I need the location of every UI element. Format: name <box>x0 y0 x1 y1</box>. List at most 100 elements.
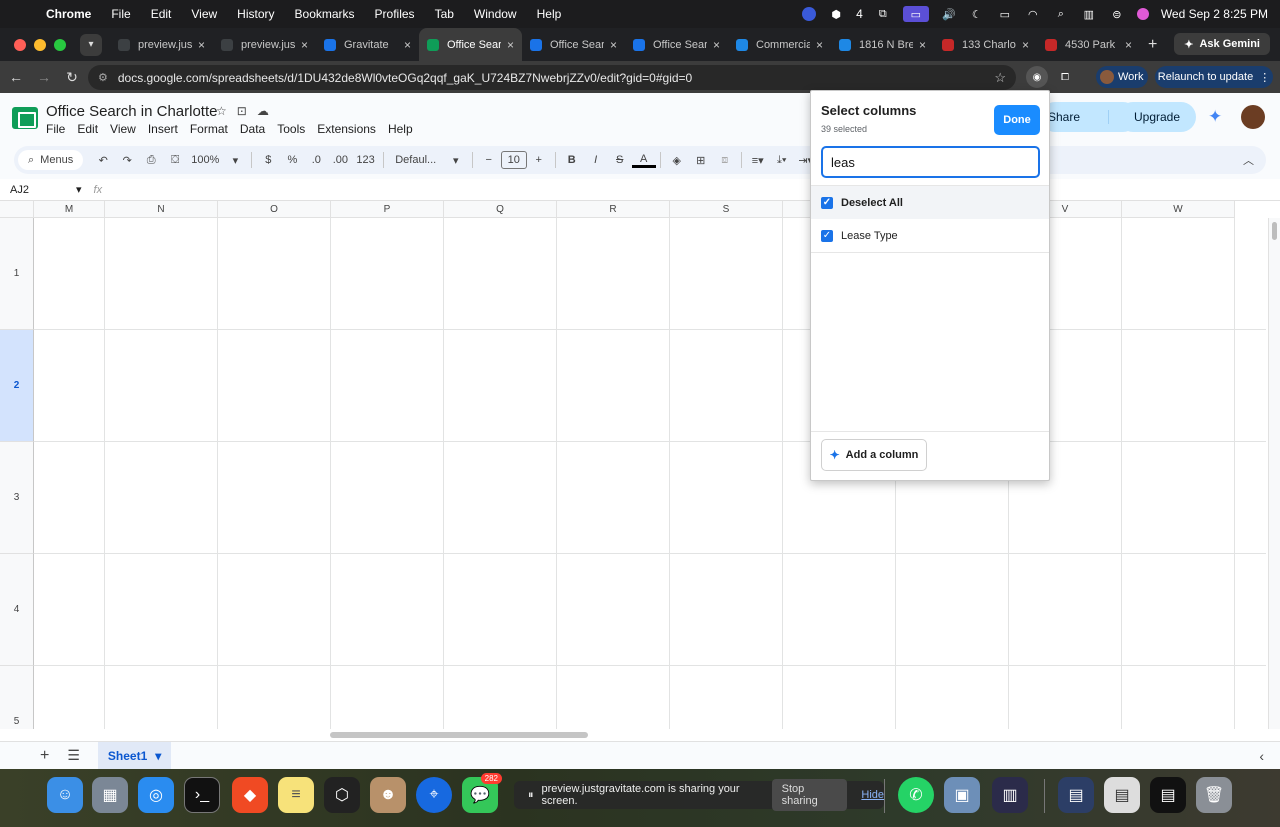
all-sheets-icon[interactable]: ☰ <box>67 747 80 764</box>
undo-icon[interactable]: ↶ <box>91 154 115 167</box>
menubar-bookmarks[interactable]: Bookmarks <box>295 7 355 21</box>
ask-gemini-button[interactable]: ✦ Ask Gemini <box>1174 33 1270 55</box>
font-size-input[interactable]: 10 <box>500 151 527 169</box>
name-box-dropdown-icon[interactable]: ▾ <box>76 183 82 196</box>
recent-window-1-icon[interactable]: ▤ <box>1058 777 1094 813</box>
search-icon[interactable]: ⌕ <box>1053 8 1069 20</box>
address-bar[interactable]: ⚙ docs.google.com/spreadsheets/d/1DU432d… <box>88 65 1016 90</box>
zoom-dropdown-icon[interactable]: ▾ <box>223 154 247 167</box>
notes-icon[interactable]: ≡ <box>278 777 314 813</box>
currency-format-button[interactable]: $ <box>256 154 280 166</box>
relaunch-to-update-button[interactable]: Relaunch to update ⋮ <box>1155 66 1273 88</box>
percent-format-button[interactable]: % <box>280 154 304 166</box>
screen-share-icon[interactable]: ⧉ <box>875 8 891 20</box>
sheets-menu-view[interactable]: View <box>110 122 136 136</box>
name-box[interactable]: AJ2 <box>0 184 76 196</box>
menubar-datetime[interactable]: Wed Sep 2 8:25 PM <box>1161 7 1268 21</box>
column-search-input[interactable] <box>821 146 1040 178</box>
sheets-menu-data[interactable]: Data <box>240 122 265 136</box>
browser-tab[interactable]: preview.just × <box>110 28 213 61</box>
collapse-toolbar-icon[interactable]: ︿ <box>1243 152 1254 168</box>
notification-icon[interactable]: ⬢ <box>828 8 844 21</box>
sheets-logo-icon[interactable] <box>12 107 38 129</box>
status-icon-1[interactable] <box>802 7 817 21</box>
browser-tab[interactable]: preview.just × <box>213 28 316 61</box>
corner-header[interactable] <box>0 201 34 218</box>
close-tab-icon[interactable]: × <box>198 38 205 52</box>
column-header-p[interactable]: P <box>331 201 444 218</box>
close-window-button[interactable] <box>14 38 26 51</box>
increase-decimal-button[interactable]: .00 <box>328 154 352 166</box>
row-header-1[interactable]: 1 <box>0 218 34 330</box>
strikethrough-icon[interactable]: S <box>608 154 632 166</box>
menubar-window[interactable]: Window <box>474 7 517 21</box>
menubar-profiles[interactable]: Profiles <box>375 7 415 21</box>
new-tab-button[interactable]: + <box>1148 36 1157 54</box>
bookmark-star-icon[interactable]: ☆ <box>994 70 1006 86</box>
add-column-button[interactable]: ✦ Add a column <box>821 439 927 471</box>
column-header-s[interactable]: S <box>670 201 783 218</box>
font-select[interactable]: Defaul... <box>388 154 444 166</box>
vertical-scroll-thumb[interactable] <box>1272 222 1277 240</box>
move-folder-icon[interactable]: ⊡ <box>237 104 247 118</box>
site-info-icon[interactable]: ⚙ <box>98 71 108 84</box>
preview-app-icon[interactable]: ▣ <box>944 777 980 813</box>
vertical-align-icon[interactable]: ⤓▾ <box>770 154 794 167</box>
moon-icon[interactable]: ☾ <box>969 8 985 21</box>
browser-tab[interactable]: Office Search × <box>419 28 522 61</box>
close-tab-icon[interactable]: × <box>1125 38 1132 52</box>
menubar-file[interactable]: File <box>111 7 130 21</box>
row-header-4[interactable]: 4 <box>0 554 34 666</box>
column-header-o[interactable]: O <box>218 201 331 218</box>
close-tab-icon[interactable]: × <box>301 38 308 52</box>
deselect-all-checkbox[interactable]: ✓ <box>821 196 833 209</box>
menubar-app-name[interactable]: Chrome <box>46 7 91 21</box>
done-button[interactable]: Done <box>994 105 1040 135</box>
tab-search-button[interactable]: ▾ <box>80 33 102 56</box>
menubar-history[interactable]: History <box>237 7 274 21</box>
forward-icon[interactable]: → <box>32 69 56 85</box>
extensions-puzzle-icon[interactable]: ⧠ <box>1054 66 1076 88</box>
row-header-3[interactable]: 3 <box>0 442 34 554</box>
column-header-q[interactable]: Q <box>444 201 557 218</box>
sheets-menu-insert[interactable]: Insert <box>148 122 178 136</box>
column-header-n[interactable]: N <box>105 201 218 218</box>
borders-icon[interactable]: ⊞ <box>689 154 713 167</box>
browser-tab[interactable]: 133 Charlotte × <box>934 28 1037 61</box>
column-header-m[interactable]: M <box>34 201 105 218</box>
maps-pin-icon[interactable]: ⌖ <box>416 777 452 813</box>
spreadsheet-grid[interactable]: MNOPQRSTUVW12345 <box>0 201 1280 729</box>
column-header-r[interactable]: R <box>557 201 670 218</box>
extension-icon[interactable]: ◉ <box>1026 66 1048 88</box>
hide-sharing-bar-link[interactable]: Hide <box>861 789 884 801</box>
decrease-font-size-icon[interactable]: − <box>477 154 501 166</box>
trash-icon[interactable]: 🗑 <box>1196 777 1232 813</box>
menubar-edit[interactable]: Edit <box>151 7 172 21</box>
reload-icon[interactable]: ↻ <box>60 69 84 86</box>
italic-icon[interactable]: I <box>584 154 608 166</box>
browser-tab[interactable]: Commercial × <box>728 28 831 61</box>
battery-icon[interactable]: ▭ <box>997 8 1013 21</box>
sheet-tab-sheet1[interactable]: Sheet1 ▾ <box>97 741 172 770</box>
deselect-all-row[interactable]: ✓ Deselect All <box>811 186 1049 219</box>
close-tab-icon[interactable]: × <box>507 38 514 52</box>
gemini-icon[interactable]: ✦ <box>1208 107 1222 127</box>
row-header-2[interactable]: 2 <box>0 330 34 442</box>
number-format-button[interactable]: 123 <box>352 154 378 166</box>
menubar-help[interactable]: Help <box>537 7 562 21</box>
vertical-scrollbar[interactable] <box>1268 218 1280 729</box>
close-tab-icon[interactable]: × <box>610 38 617 52</box>
wifi-icon[interactable]: ◠ <box>1025 8 1041 21</box>
display-icon[interactable]: ▭ <box>902 6 929 22</box>
horizontal-align-icon[interactable]: ≡▾ <box>746 154 770 167</box>
sheets-menu-format[interactable]: Format <box>190 122 228 136</box>
print-icon[interactable]: ⎙ <box>139 154 163 167</box>
side-panel-toggle-icon[interactable]: ‹ <box>1259 748 1264 764</box>
row-header-5[interactable]: 5 <box>0 666 34 729</box>
column-option-lease-type[interactable]: ✓ Lease Type <box>811 219 1049 252</box>
whatsapp-icon[interactable]: ✆ <box>898 777 934 813</box>
close-tab-icon[interactable]: × <box>404 38 411 52</box>
zoom-select[interactable]: 100% <box>187 154 223 166</box>
brave-icon[interactable]: ◆ <box>232 777 268 813</box>
activity-icon[interactable]: ▥ <box>1081 8 1097 21</box>
